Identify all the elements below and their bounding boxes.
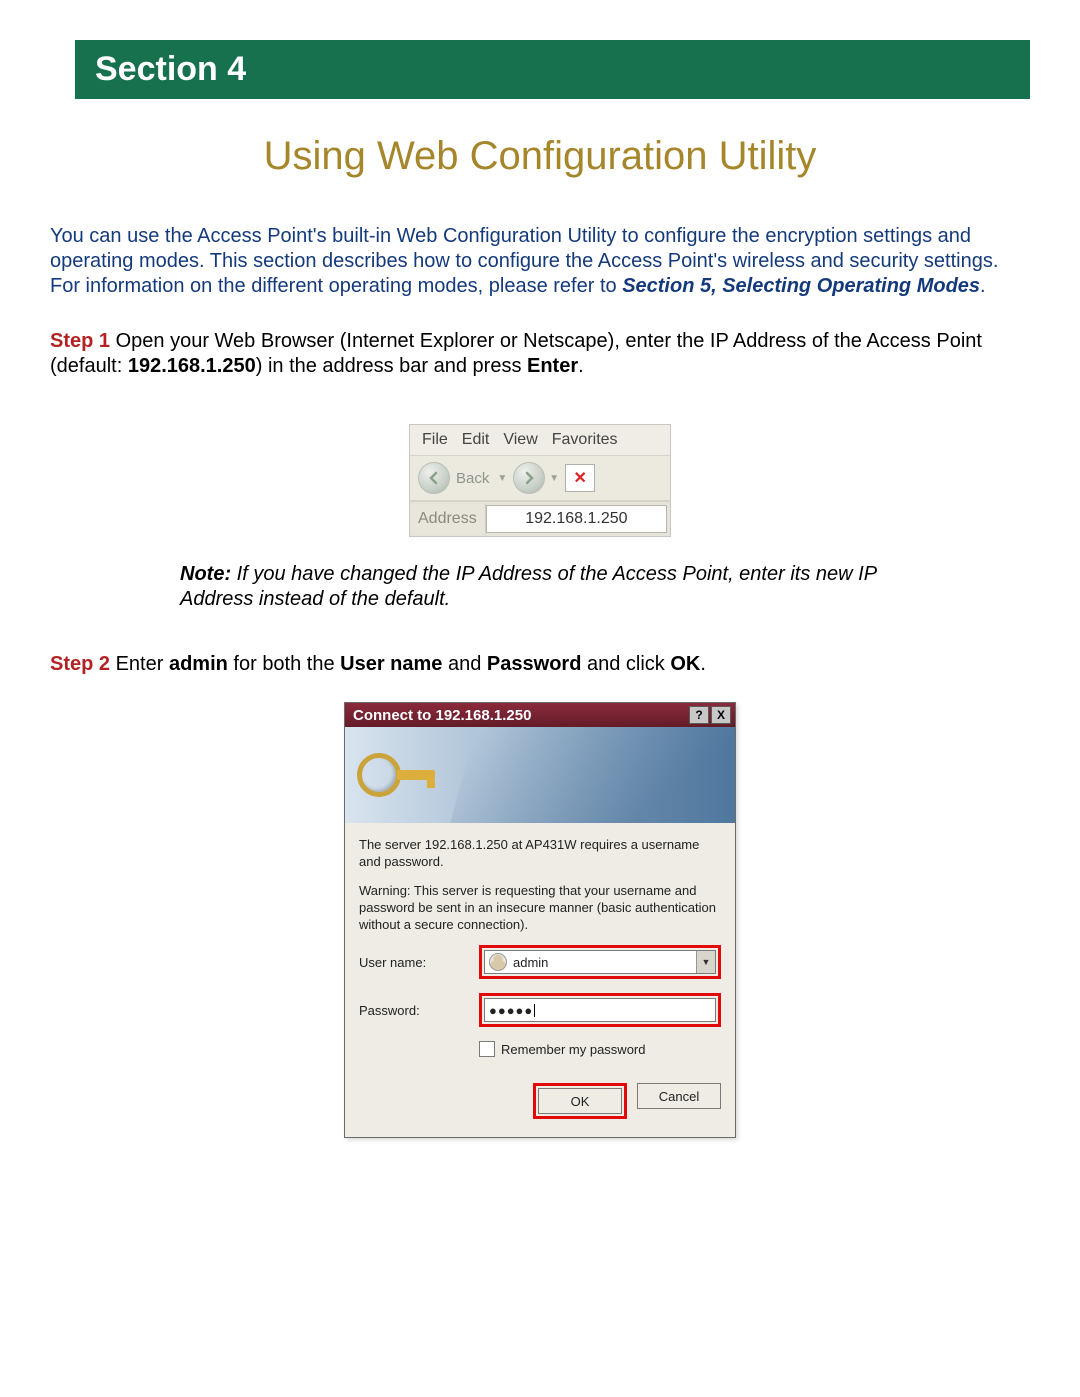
browser-nav-toolbar: Back ▼ ▼ ✕ — [410, 456, 670, 501]
step-1-label: Step 1 — [50, 330, 110, 352]
dialog-banner — [345, 727, 735, 823]
address-label: Address — [410, 504, 486, 534]
password-input[interactable]: ●●●●● — [484, 998, 716, 1022]
step-1-text-c: . — [578, 355, 584, 377]
note-text: If you have changed the IP Address of th… — [180, 563, 876, 610]
menu-favorites[interactable]: Favorites — [552, 431, 618, 449]
arrow-left-icon — [427, 471, 441, 485]
section-header: Section 4 — [75, 40, 1030, 99]
dialog-msg-2: Warning: This server is requesting that … — [359, 883, 721, 934]
menu-view[interactable]: View — [503, 431, 537, 449]
help-button[interactable]: ? — [689, 706, 709, 724]
dialog-title-text: Connect to 192.168.1.250 — [353, 707, 531, 724]
stop-x-icon: ✕ — [573, 468, 586, 488]
step-2-t4: and click — [581, 653, 670, 675]
username-label: User name: — [359, 955, 479, 970]
dialog-titlebar: Connect to 192.168.1.250 ? X — [345, 703, 735, 727]
address-input[interactable]: 192.168.1.250 — [486, 505, 667, 533]
step-1: Step 1 Open your Web Browser (Internet E… — [50, 329, 1030, 379]
auth-dialog: Connect to 192.168.1.250 ? X The server … — [344, 702, 736, 1138]
note-block: Note: If you have changed the IP Address… — [180, 562, 900, 612]
remember-checkbox[interactable] — [479, 1041, 495, 1057]
dialog-msg-1: The server 192.168.1.250 at AP431W requi… — [359, 837, 721, 871]
step-2-ok: OK — [670, 653, 700, 675]
step-2-pass: Password — [487, 653, 581, 675]
step-2-label: Step 2 — [50, 653, 110, 675]
page-title: Using Web Configuration Utility — [50, 134, 1030, 179]
close-button[interactable]: X — [711, 706, 731, 724]
dialog-body: The server 192.168.1.250 at AP431W requi… — [345, 823, 735, 1137]
arrow-right-icon — [522, 471, 536, 485]
step-2-user: User name — [340, 653, 442, 675]
remember-row: Remember my password — [479, 1041, 721, 1057]
forward-button[interactable] — [513, 462, 545, 494]
username-value: admin — [513, 955, 548, 970]
intro-tail: . — [980, 275, 986, 297]
note-label: Note: — [180, 563, 231, 585]
cross-ref-link[interactable]: Section 5, Selecting Operating Modes — [622, 275, 980, 297]
user-icon — [489, 953, 507, 971]
back-button[interactable] — [418, 462, 450, 494]
remember-label: Remember my password — [501, 1042, 646, 1057]
cancel-button[interactable]: Cancel — [637, 1083, 721, 1109]
intro-paragraph: You can use the Access Point's built-in … — [50, 224, 1030, 299]
username-input[interactable]: admin ▼ — [484, 950, 716, 974]
step-1-enter: Enter — [527, 355, 578, 377]
step-2-t5: . — [700, 653, 706, 675]
menu-edit[interactable]: Edit — [462, 431, 490, 449]
step-1-ip: 192.168.1.250 — [128, 355, 256, 377]
ok-highlight: OK — [533, 1083, 627, 1119]
username-dropdown-icon[interactable]: ▼ — [696, 951, 715, 973]
password-value: ●●●●● — [489, 1003, 533, 1018]
step-2-t1: Enter — [110, 653, 169, 675]
password-highlight: ●●●●● — [479, 993, 721, 1027]
menu-file[interactable]: File — [422, 431, 448, 449]
browser-toolbar-figure: File Edit View Favorites Back ▼ ▼ ✕ Addr… — [409, 424, 671, 537]
back-label: Back — [456, 470, 489, 487]
back-dropdown-icon[interactable]: ▼ — [497, 473, 507, 484]
stop-button[interactable]: ✕ — [565, 464, 595, 492]
step-2: Step 2 Enter admin for both the User nam… — [50, 652, 1030, 677]
ok-button[interactable]: OK — [538, 1088, 622, 1114]
password-label: Password: — [359, 1003, 479, 1018]
step-1-text-b: ) in the address bar and press — [256, 355, 527, 377]
browser-menu-bar: File Edit View Favorites — [410, 425, 670, 456]
browser-address-row: Address 192.168.1.250 — [410, 501, 670, 536]
step-2-t3: and — [442, 653, 486, 675]
text-caret — [534, 1004, 535, 1017]
step-2-admin: admin — [169, 653, 228, 675]
forward-dropdown-icon[interactable]: ▼ — [549, 473, 559, 484]
step-2-t2: for both the — [228, 653, 340, 675]
keys-icon — [357, 753, 435, 797]
username-highlight: admin ▼ — [479, 945, 721, 979]
